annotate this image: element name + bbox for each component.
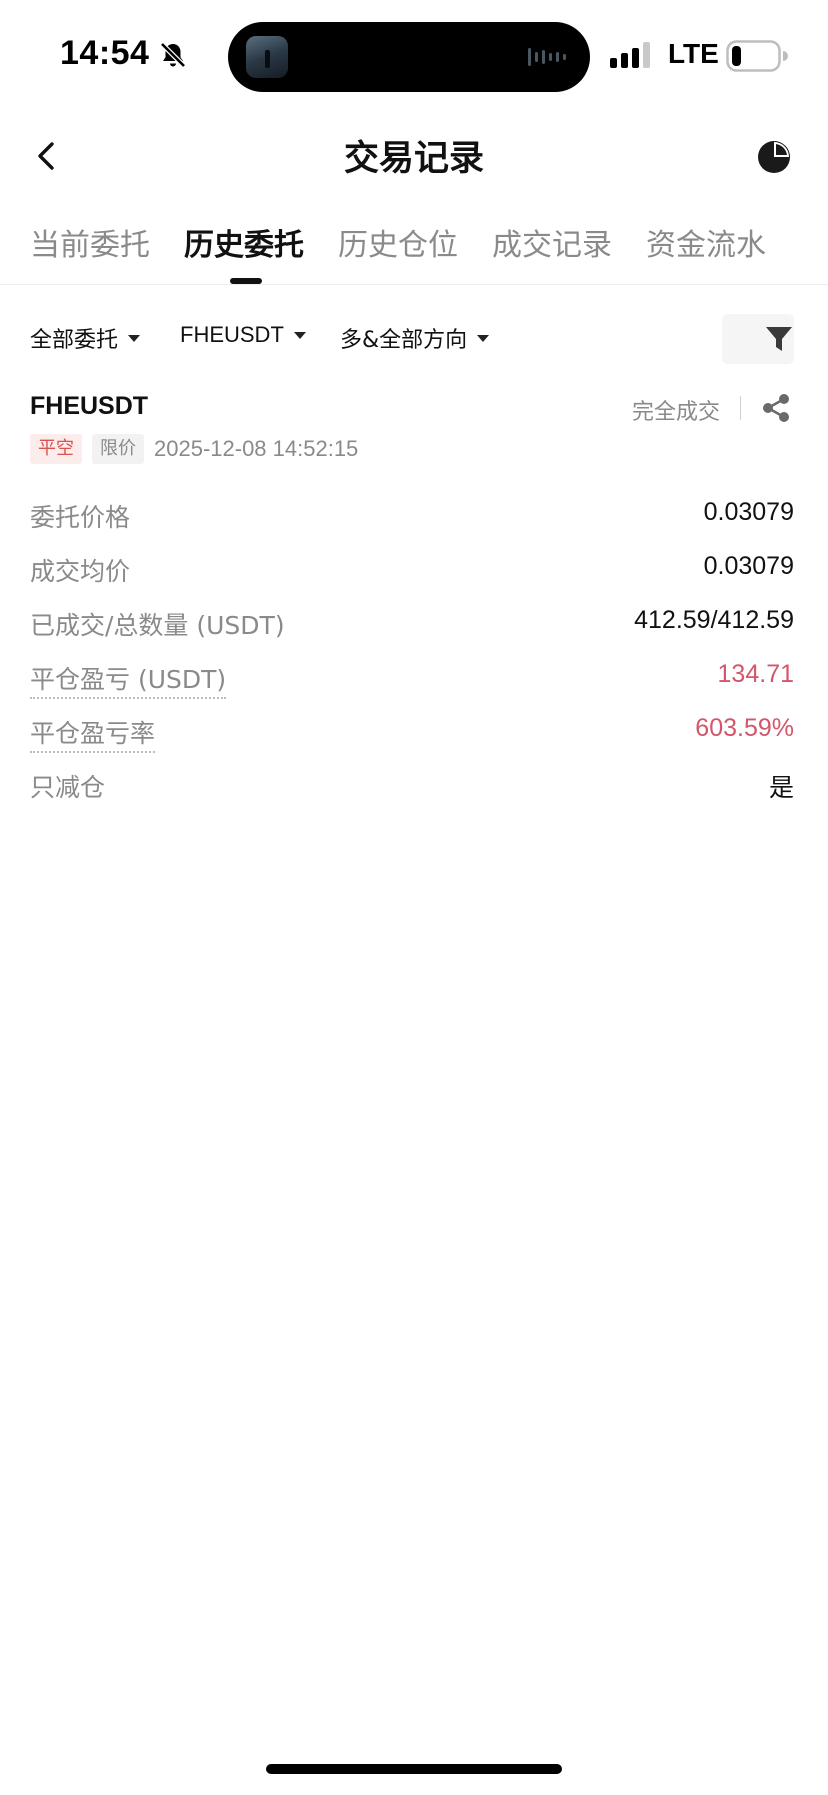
share-icon[interactable] — [760, 392, 792, 424]
order-type-label: 全部委托 — [30, 328, 119, 353]
order-type-badge: 限价 — [92, 434, 144, 464]
filled-total-value: 412.59/412.59 — [634, 606, 794, 634]
network-label: LTE — [668, 38, 719, 69]
caret-down-icon — [477, 334, 490, 342]
page-title: 交易记录 — [343, 139, 484, 179]
side-badge: 平空 — [30, 434, 82, 464]
tab-order-history[interactable]: 历史委托 — [184, 220, 304, 264]
symbol-dropdown[interactable]: FHEUSDT — [180, 322, 306, 348]
avg-price-label: 成交均价 — [30, 557, 131, 586]
reduce-only-value: 是 — [768, 773, 794, 802]
symbol-filter-label: FHEUSDT — [180, 322, 284, 347]
bell-slash-icon — [160, 42, 186, 68]
direction-dropdown[interactable]: 多&全部方向 — [340, 322, 490, 354]
order-price-value: 0.03079 — [703, 498, 794, 526]
order-symbol: FHEUSDT — [30, 392, 149, 420]
home-indicator[interactable] — [266, 1764, 562, 1774]
avg-price-value: 0.03079 — [703, 552, 794, 580]
status-bar: 14:54 LTE — [0, 0, 828, 110]
realized-pnl-value: 134.71 — [717, 660, 794, 688]
order-price-label: 委托价格 — [30, 503, 131, 532]
reduce-only-label: 只减仓 — [30, 773, 106, 802]
tab-bar: 当前委托 历史委托 历史仓位 成交记录 资金流水 — [0, 220, 828, 284]
direction-label: 多&全部方向 — [340, 328, 468, 353]
order-time: 2025-12-08 14:52:15 — [154, 436, 359, 461]
tab-current-orders[interactable]: 当前委托 — [30, 220, 150, 264]
signal-icon — [610, 42, 650, 68]
funnel-icon — [766, 327, 792, 351]
realized-pnl-rate-label[interactable]: 平仓盈亏率 — [30, 714, 156, 753]
status-time: 14:54 — [60, 34, 150, 72]
order-status: 完全成交 — [632, 400, 721, 425]
caret-down-icon — [128, 334, 141, 342]
divider — [0, 284, 828, 285]
tab-trade-history[interactable]: 成交记录 — [492, 220, 612, 264]
realized-pnl-rate-value: 603.59% — [695, 714, 794, 742]
divider — [740, 396, 741, 420]
battery-icon — [726, 40, 788, 72]
tab-fund-flow[interactable]: 资金流水 — [646, 220, 766, 264]
filter-button[interactable] — [722, 314, 794, 364]
realized-pnl-label[interactable]: 平仓盈亏 (USDT) — [30, 660, 227, 699]
album-art — [246, 36, 288, 78]
caret-down-icon — [293, 331, 306, 339]
filled-total-label: 已成交/总数量 (USDT) — [30, 611, 285, 640]
audio-wave-icon — [528, 48, 566, 66]
pie-chart-icon[interactable] — [756, 139, 792, 175]
dynamic-island[interactable] — [228, 22, 590, 92]
order-type-dropdown[interactable]: 全部委托 — [30, 322, 141, 354]
tab-position-history[interactable]: 历史仓位 — [338, 220, 458, 264]
